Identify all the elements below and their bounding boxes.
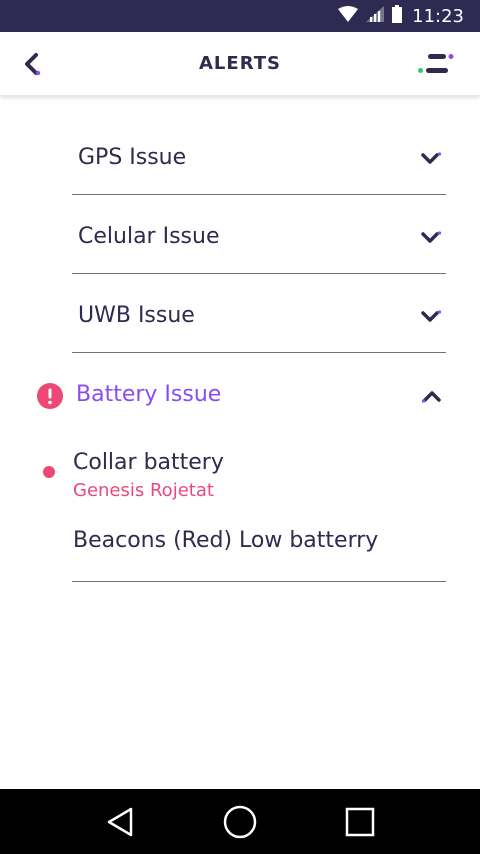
back-triangle-icon <box>107 807 133 836</box>
app-bar: ALERTS <box>0 32 480 96</box>
wifi-icon <box>338 6 359 26</box>
list-item-title: Beacons (Red) Low batterry <box>73 528 379 553</box>
status-time: 11:23 <box>412 5 464 27</box>
home-circle-icon <box>223 805 257 838</box>
status-bar: 11:23 <box>0 0 480 32</box>
accordion-item-uwb[interactable]: UWB Issue <box>72 274 446 353</box>
menu-button[interactable] <box>418 52 454 78</box>
accordion-label-active: Battery Issue <box>76 382 222 407</box>
accordion-label: GPS Issue <box>78 145 187 170</box>
chevron-down-icon[interactable] <box>420 151 442 167</box>
list-item[interactable]: Collar battery Genesis Rojetat <box>0 446 480 506</box>
chevron-left-icon <box>25 53 41 76</box>
nav-recents-button[interactable] <box>340 802 380 842</box>
chevron-down-icon[interactable] <box>420 309 442 325</box>
nav-back-button[interactable] <box>100 802 140 842</box>
list-item[interactable]: Beacons (Red) Low batterry <box>72 522 446 582</box>
back-button[interactable] <box>18 48 50 80</box>
menu-icon <box>418 54 454 73</box>
system-nav-bar <box>0 789 480 854</box>
recents-square-icon <box>345 807 375 836</box>
status-dot <box>43 466 55 478</box>
chevron-up-icon[interactable] <box>421 388 443 404</box>
accordion-label: Celular Issue <box>78 224 220 249</box>
exclamation-icon <box>37 383 63 409</box>
accordion-label: UWB Issue <box>78 303 195 328</box>
nav-home-button[interactable] <box>220 802 260 842</box>
signal-icon <box>366 6 385 26</box>
page-title: ALERTS <box>199 53 281 74</box>
list-item-title: Collar battery <box>73 450 224 475</box>
list-item-subtitle: Genesis Rojetat <box>73 480 214 501</box>
accordion-item-battery[interactable]: Battery Issue <box>0 366 480 426</box>
chevron-down-icon[interactable] <box>420 230 442 246</box>
accordion-item-gps[interactable]: GPS Issue <box>72 116 446 195</box>
accordion-item-celular[interactable]: Celular Issue <box>72 195 446 274</box>
battery-icon <box>392 5 403 27</box>
